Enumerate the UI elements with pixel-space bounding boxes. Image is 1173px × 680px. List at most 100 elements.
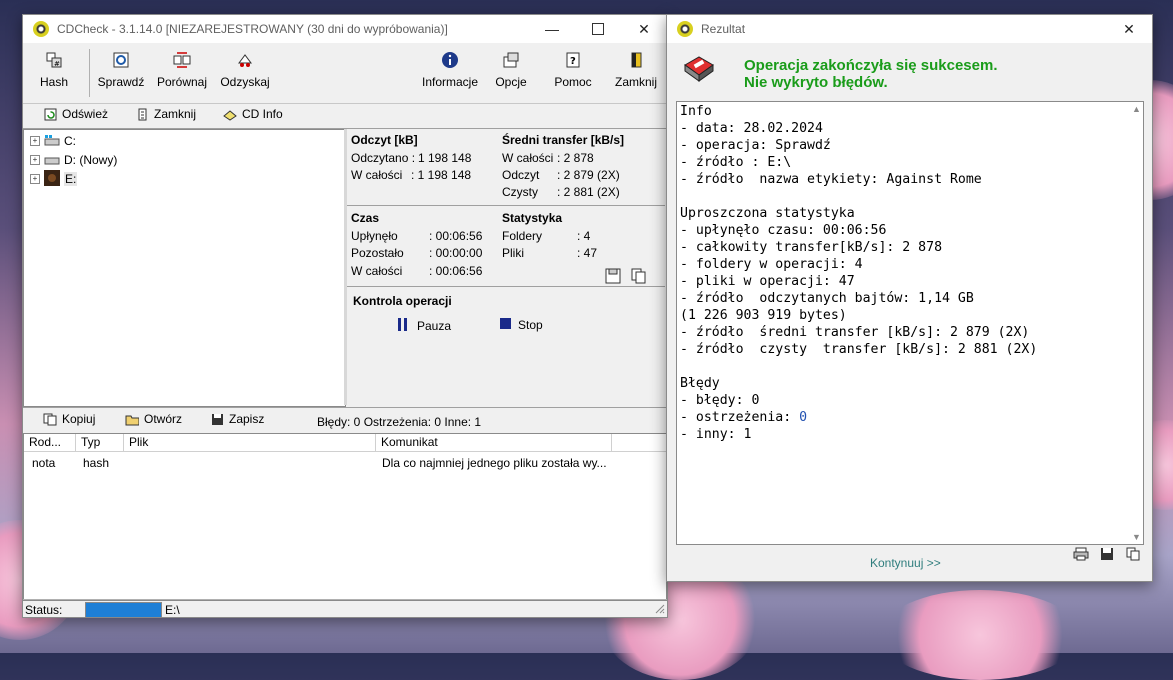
- help-icon: ?: [562, 49, 584, 71]
- save-stats-icon[interactable]: [605, 268, 621, 287]
- hash-icon: #: [43, 49, 65, 71]
- close-button[interactable]: ✕: [621, 15, 667, 43]
- divider: [347, 205, 665, 206]
- result-headline: Operacja zakończyła się sukcesem. Nie wy…: [744, 57, 998, 91]
- col-typ[interactable]: Typ: [76, 434, 124, 451]
- hash-button[interactable]: # Hash: [37, 45, 71, 101]
- opcje-button[interactable]: Opcje: [493, 45, 529, 101]
- log-summary: Błędy: 0 Ostrzeżenia: 0 Inne: 1: [317, 415, 482, 429]
- pause-button[interactable]: Pauza: [397, 318, 451, 334]
- report-line: Info: [680, 104, 712, 119]
- stats-panel: Odczyt [kB] Odczytano : 1 198 148 W cało…: [347, 129, 665, 405]
- pomoc-button[interactable]: ? Pomoc: [553, 45, 593, 101]
- porownaj-button[interactable]: Porównaj: [155, 45, 209, 101]
- collapse-tree-icon: [135, 107, 149, 121]
- report-line: - operacja: Sprawdź: [680, 138, 831, 153]
- tree-item-d[interactable]: + D: (Nowy): [30, 151, 117, 169]
- copy-stats-icon[interactable]: [631, 268, 647, 287]
- status-path: E:\: [165, 603, 180, 617]
- collapse-button[interactable]: Zamknij: [135, 107, 196, 121]
- informacje-button[interactable]: Informacje: [419, 45, 481, 101]
- disc-image-icon: [44, 169, 60, 189]
- progress-fill: [86, 603, 161, 617]
- report-line: - całkowity transfer[kB/s]: 2 878: [680, 240, 943, 255]
- save-report-icon[interactable]: [1100, 547, 1114, 564]
- log-table-header: Rod... Typ Plik Komunikat: [24, 434, 666, 452]
- exit-door-icon: [625, 49, 647, 71]
- col-plik[interactable]: Plik: [124, 434, 376, 451]
- cd-info-button[interactable]: CD Info: [223, 107, 283, 121]
- cdcheck-app-icon: [677, 21, 693, 37]
- report-line: [680, 188, 1037, 205]
- recover-icon: [234, 49, 256, 71]
- zapisz-button[interactable]: Zapisz: [210, 412, 264, 426]
- report-line: - inny: 1: [680, 427, 752, 442]
- tree-item-e[interactable]: + E:: [30, 169, 78, 189]
- options-icon: [500, 49, 522, 71]
- success-disk-icon: [683, 55, 715, 86]
- report-line: Uproszczona statystyka: [680, 206, 855, 221]
- stop-icon: [500, 318, 511, 332]
- stop-button[interactable]: Stop: [500, 318, 543, 332]
- col-rod[interactable]: Rod...: [24, 434, 76, 451]
- odczyt-title: Odczyt [kB]: [351, 133, 418, 147]
- continue-button[interactable]: Kontynuuj >>: [870, 556, 941, 570]
- compare-icon: [171, 49, 193, 71]
- report-scrollbar[interactable]: ▲ ▼: [1129, 102, 1143, 544]
- result-close-button[interactable]: ✕: [1106, 15, 1152, 43]
- table-row[interactable]: nota hash Dla co najmniej jednego pliku …: [24, 454, 612, 472]
- report-line: - źródło czysty transfer [kB/s]: 2 881 (…: [680, 342, 1038, 357]
- result-window: Rezultat ✕ Operacja zakończyła się sukce…: [666, 14, 1153, 582]
- report-line: - upłynęło czasu: 00:06:56: [680, 223, 887, 238]
- cdcheck-app-icon: [33, 21, 49, 37]
- folder-open-icon: [125, 412, 139, 426]
- col-komunikat[interactable]: Komunikat: [376, 434, 612, 451]
- divider: [347, 286, 665, 287]
- sprawdz-button[interactable]: Sprawdź: [97, 45, 145, 101]
- result-report: Info - data: 28.02.2024 - operacja: Sprawd…: [676, 101, 1144, 545]
- secondary-toolbar: Odśwież Zamknij CD Info: [23, 104, 667, 129]
- scroll-up-icon[interactable]: ▲: [1132, 104, 1141, 114]
- progress-bar: [85, 602, 162, 618]
- toolbar-separator: [89, 49, 90, 97]
- transfer-title: Średni transfer [kB/s]: [502, 133, 625, 147]
- drive-tree: + C: + D: (Nowy) + E:: [23, 129, 346, 407]
- report-line: (1 226 903 919 bytes): [680, 308, 847, 323]
- tree-item-c[interactable]: + C:: [30, 132, 76, 150]
- expand-icon[interactable]: +: [30, 155, 40, 165]
- panel-splitter[interactable]: [344, 129, 347, 405]
- report-line: - data: 28.02.2024: [680, 121, 823, 136]
- cdcheck-main-window: CDCheck - 3.1.14.0 [NIEZAREJESTROWANY (3…: [22, 14, 668, 618]
- copy-icon: [43, 412, 57, 426]
- expand-icon[interactable]: +: [30, 136, 40, 146]
- refresh-icon: [43, 107, 57, 121]
- scroll-down-icon[interactable]: ▼: [1132, 532, 1141, 542]
- pause-icon: [397, 318, 409, 334]
- otworz-button[interactable]: Otwórz: [125, 412, 182, 426]
- log-toolbar: Kopiuj Otwórz Zapisz Błędy: 0 Ostrzeżeni…: [23, 407, 667, 432]
- expand-icon[interactable]: +: [30, 174, 40, 184]
- report-line: [680, 358, 1037, 375]
- report-line: Błędy: [680, 376, 720, 391]
- copy-report-icon[interactable]: [1126, 547, 1141, 564]
- status-bar: Status: E:\: [23, 599, 667, 618]
- odswiez-button[interactable]: Odśwież: [43, 107, 108, 121]
- report-text: Info - data: 28.02.2024 - operacja: Sprawd…: [680, 103, 1037, 443]
- print-icon[interactable]: [1073, 547, 1089, 564]
- svg-text:#: #: [54, 60, 60, 68]
- resize-grip-icon[interactable]: [653, 602, 665, 617]
- status-label: Status:: [25, 603, 63, 617]
- odzyskaj-button[interactable]: Odzyskaj: [219, 45, 271, 101]
- kopiuj-button[interactable]: Kopiuj: [43, 412, 95, 426]
- drive-icon: [44, 153, 60, 168]
- report-line: - błędy: 0: [680, 393, 760, 408]
- save-icon: [210, 412, 224, 426]
- zamknij-button[interactable]: Zamknij: [613, 45, 659, 101]
- kontrola-title: Kontrola operacji: [353, 294, 452, 308]
- svg-text:?: ?: [570, 56, 576, 67]
- maximize-button[interactable]: [575, 15, 621, 43]
- minimize-button[interactable]: —: [529, 15, 575, 43]
- check-icon: [110, 49, 132, 71]
- log-table: Rod... Typ Plik Komunikat nota hash Dla …: [23, 433, 667, 601]
- report-line: - źródło : E:\: [680, 155, 792, 170]
